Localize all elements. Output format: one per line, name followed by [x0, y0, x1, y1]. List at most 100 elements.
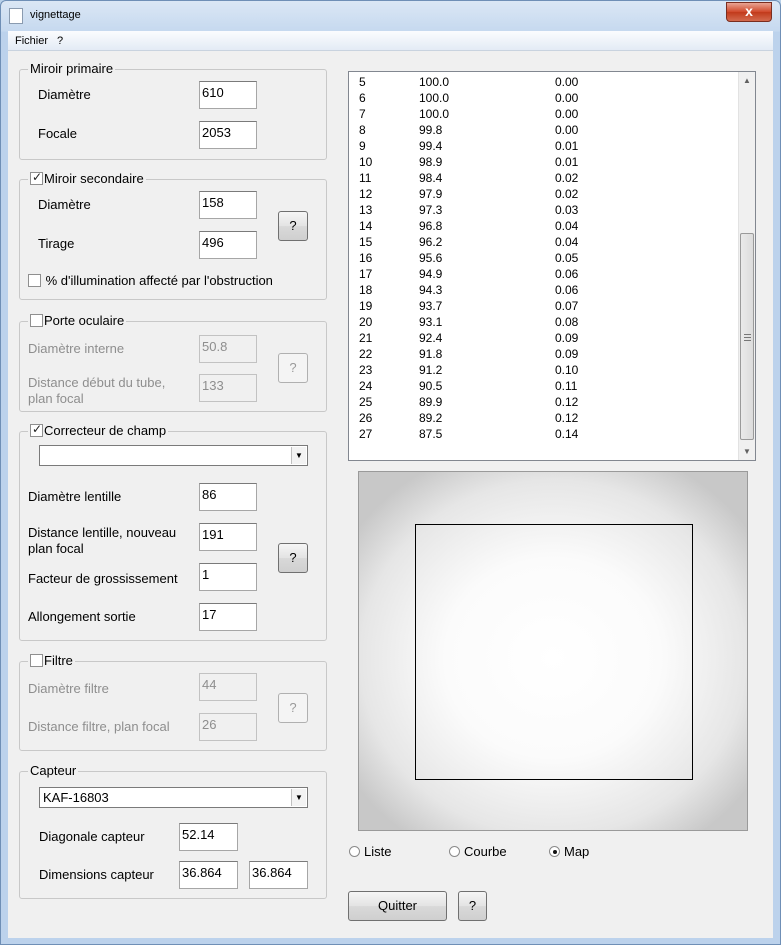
- group-title-miroir-secondaire: Miroir secondaire: [28, 170, 146, 186]
- combo-correcteur[interactable]: ▼: [39, 445, 308, 466]
- list-item-magnitude: 0.00: [555, 91, 579, 105]
- list-item-magnitude: 0.00: [555, 75, 579, 89]
- list-item[interactable]: 18 94.3 0.06: [349, 282, 734, 298]
- list-item[interactable]: 8 99.8 0.00: [349, 122, 734, 138]
- input-tirage[interactable]: 496: [199, 231, 257, 259]
- title-bar[interactable]: vignettage x: [1, 1, 780, 31]
- list-item[interactable]: 7 100.0 0.00: [349, 106, 734, 122]
- list-item[interactable]: 16 95.6 0.05: [349, 250, 734, 266]
- list-item[interactable]: 23 91.2 0.10: [349, 362, 734, 378]
- checkbox-miroir-secondaire[interactable]: [30, 170, 43, 185]
- group-correcteur: Correcteur de champ ▼ Diamètre lentille …: [19, 422, 327, 641]
- list-item[interactable]: 13 97.3 0.03: [349, 202, 734, 218]
- list-item-magnitude: 0.06: [555, 267, 579, 281]
- menu-fichier[interactable]: Fichier: [15, 35, 48, 47]
- group-miroir-primaire: Miroir primaire Diamètre 610 Focale 2053: [19, 61, 327, 160]
- list-item-magnitude: 0.14: [555, 427, 579, 441]
- list-item-percent: 93.7: [419, 299, 443, 313]
- list-item-index: 19: [359, 299, 373, 313]
- label-facteur: Facteur de grossissement: [28, 571, 178, 586]
- help-button-secondaire[interactable]: ?: [278, 211, 308, 241]
- list-item[interactable]: 6 100.0 0.00: [349, 90, 734, 106]
- help-button-filtre[interactable]: ?: [278, 693, 308, 723]
- list-item[interactable]: 15 96.2 0.04: [349, 234, 734, 250]
- combo-capteur-value: KAF-16803: [43, 790, 109, 805]
- list-item[interactable]: 21 92.4 0.09: [349, 330, 734, 346]
- input-facteur[interactable]: 1: [199, 563, 257, 591]
- input-diametre-secondaire[interactable]: 158: [199, 191, 257, 219]
- list-item-magnitude: 0.00: [555, 107, 579, 121]
- input-diametre-primaire[interactable]: 610: [199, 81, 257, 109]
- list-item-magnitude: 0.00: [555, 123, 579, 137]
- radio-map-circle[interactable]: [549, 846, 560, 857]
- list-item-percent: 100.0: [419, 107, 450, 121]
- checkbox-obstruction[interactable]: [28, 274, 41, 287]
- label-liste: Liste: [364, 844, 392, 859]
- group-porte-oculaire: Porte oculaire Diamètre interne 50.8 Dis…: [19, 313, 327, 412]
- list-item[interactable]: 22 91.8 0.09: [349, 346, 734, 362]
- radio-map[interactable]: Map: [549, 844, 589, 859]
- group-title-capteur: Capteur: [28, 763, 79, 778]
- list-item-index: 15: [359, 235, 373, 249]
- app-icon: [9, 8, 23, 24]
- input-distance-filtre[interactable]: 26: [199, 713, 257, 741]
- radio-courbe-circle[interactable]: [449, 846, 460, 857]
- checkbox-correcteur[interactable]: [30, 422, 43, 437]
- input-diametre-interne[interactable]: 50.8: [199, 335, 257, 363]
- list-item[interactable]: 25 89.9 0.12: [349, 394, 734, 410]
- list-item-percent: 98.9: [419, 155, 443, 169]
- obstruction-option: % d'illumination affecté par l'obstructi…: [28, 273, 273, 288]
- radio-courbe[interactable]: Courbe: [449, 844, 507, 859]
- list-item[interactable]: 11 98.4 0.02: [349, 170, 734, 186]
- input-distance-lentille[interactable]: 191: [199, 523, 257, 551]
- input-diagonale[interactable]: 52.14: [179, 823, 238, 851]
- input-dimension-h[interactable]: 36.864: [249, 861, 308, 889]
- checkbox-porte-oculaire[interactable]: [30, 314, 43, 327]
- combo-capteur[interactable]: KAF-16803 ▼: [39, 787, 308, 808]
- radio-liste-circle[interactable]: [349, 846, 360, 857]
- results-list[interactable]: 5 100.0 0.00 6 100.0 0.00 7 100.0 0.00 8 99.8 0.00 9…: [348, 71, 756, 461]
- list-item[interactable]: 12 97.9 0.02: [349, 186, 734, 202]
- list-item[interactable]: 17 94.9 0.06: [349, 266, 734, 282]
- close-button[interactable]: x: [726, 2, 772, 22]
- scroll-down-icon[interactable]: ▼: [739, 443, 755, 460]
- label-diametre-primaire: Diamètre: [38, 87, 91, 102]
- list-item[interactable]: 14 96.8 0.04: [349, 218, 734, 234]
- help-button-correcteur[interactable]: ?: [278, 543, 308, 573]
- list-item-percent: 99.8: [419, 123, 443, 137]
- list-item[interactable]: 19 93.7 0.07: [349, 298, 734, 314]
- chevron-down-icon[interactable]: ▼: [291, 789, 306, 806]
- quitter-button[interactable]: Quitter: [348, 891, 447, 921]
- list-item[interactable]: 10 98.9 0.01: [349, 154, 734, 170]
- scroll-up-icon[interactable]: ▲: [739, 72, 755, 89]
- menu-help[interactable]: ?: [57, 35, 63, 47]
- radio-liste[interactable]: Liste: [349, 844, 391, 859]
- list-item-magnitude: 0.12: [555, 395, 579, 409]
- list-item[interactable]: 26 89.2 0.12: [349, 410, 734, 426]
- list-item[interactable]: 27 87.5 0.14: [349, 426, 734, 442]
- input-allongement[interactable]: 17: [199, 603, 257, 631]
- input-diametre-filtre[interactable]: 44: [199, 673, 257, 701]
- scroll-thumb[interactable]: [740, 233, 754, 440]
- list-item-index: 27: [359, 427, 373, 441]
- list-item-magnitude: 0.11: [555, 379, 578, 393]
- list-item-percent: 91.2: [419, 363, 443, 377]
- list-item[interactable]: 20 93.1 0.08: [349, 314, 734, 330]
- list-scrollbar[interactable]: ▲ ▼: [738, 72, 755, 460]
- input-dimension-w[interactable]: 36.864: [179, 861, 238, 889]
- menu-bar: Fichier ?: [8, 31, 773, 51]
- input-distance-tube[interactable]: 133: [199, 374, 257, 402]
- list-item-index: 21: [359, 331, 373, 345]
- list-item[interactable]: 5 100.0 0.00: [349, 74, 734, 90]
- input-diametre-lentille[interactable]: 86: [199, 483, 257, 511]
- help-button-porte-oculaire[interactable]: ?: [278, 353, 308, 383]
- help-button-footer[interactable]: ?: [458, 891, 487, 921]
- label-diagonale: Diagonale capteur: [39, 829, 145, 844]
- list-item[interactable]: 9 99.4 0.01: [349, 138, 734, 154]
- chevron-down-icon[interactable]: ▼: [291, 447, 306, 464]
- list-item-index: 26: [359, 411, 373, 425]
- input-focale[interactable]: 2053: [199, 121, 257, 149]
- checkbox-filtre[interactable]: [30, 654, 43, 667]
- list-item[interactable]: 24 90.5 0.11: [349, 378, 734, 394]
- list-item-index: 8: [359, 123, 366, 137]
